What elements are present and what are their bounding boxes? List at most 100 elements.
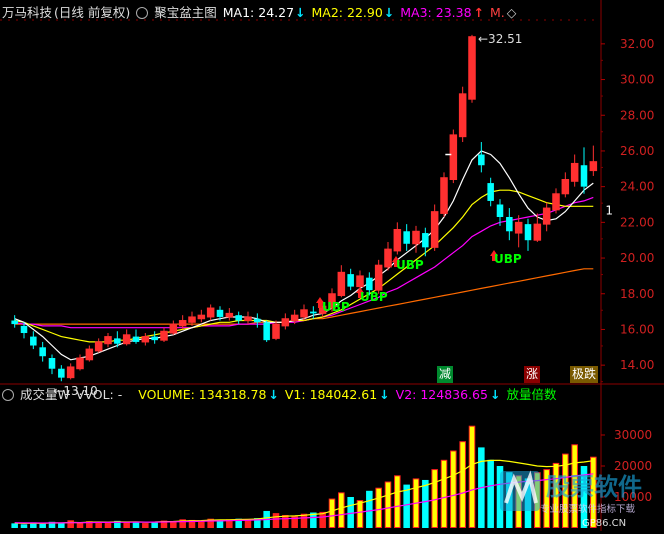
diamond-icon[interactable]: ◇ [507,4,517,22]
chart-canvas[interactable]: 32.00 30.00 28.00 26.00 24.00 22.00 20.00 18.00… [0,0,664,531]
candle-body [552,193,560,211]
volume-bar-highlight [395,476,400,527]
volume-indicator-name[interactable]: 成交量W [20,386,70,404]
indicator-name[interactable]: 聚宝盆主图 [154,4,217,22]
candle-body [384,248,392,268]
price-tick-label: 14.00 [620,358,654,372]
candle [94,338,103,353]
candle [11,315,18,328]
candle [122,329,131,346]
candle-body [533,223,542,241]
candle-body [570,162,579,182]
candle [48,354,56,375]
candle [514,215,523,248]
candle [254,313,261,328]
price-tick-label: 18.00 [620,287,654,301]
volume-bar-highlight [329,499,335,527]
candle-body [48,358,56,369]
volume-bar [272,513,280,528]
settings-circle-icon[interactable] [136,7,149,19]
volume-bar-highlight [469,426,475,527]
candle [66,363,75,380]
signal-ubp-1: UBP [322,300,350,314]
candle [430,204,439,251]
stock-name: 万马科技 [2,5,53,20]
volume-tick-label: 30000 [614,428,652,442]
candle-body [524,224,532,241]
candle-body [403,231,410,244]
candle-body [347,274,354,287]
candle-body [487,183,494,201]
candle-body [11,320,18,325]
candle-body [393,228,402,252]
price-tick-label: 28.00 [620,108,654,122]
ma2-arrow-down-icon: ↓ [383,5,395,20]
price-tick-label: 20.00 [620,251,654,265]
candle [235,311,242,325]
volume-bar [347,497,354,528]
candle-body [132,336,140,342]
watermark-site: GP86.CN [582,518,626,529]
candle [169,320,178,335]
volume-bar-highlight [357,501,363,527]
candle-body [30,336,37,346]
volume-bar-highlight [376,488,381,527]
candle-body [580,165,588,187]
price-tick-label: 16.00 [620,322,654,336]
candle-body [94,341,103,352]
candle [151,331,158,344]
ma3-arrow-up-icon: ↑ [473,5,485,20]
candle-body [281,318,290,327]
candle [403,224,410,251]
volume-bar [104,522,112,528]
volume-bar [366,490,373,528]
candle-body [356,275,364,288]
high-price-label: ←32.51 [478,32,522,46]
vvol-value: VVOL: - [75,387,123,402]
price-tick-label: 32.00 [620,37,654,51]
volume-bar-highlight [460,442,465,527]
candle [440,172,448,217]
candle-body [337,271,346,297]
candle-body [206,307,215,318]
volume-bar [422,479,429,528]
vol-settings-circle-icon[interactable] [2,389,14,401]
stock-chart-window[interactable]: 32.00 30.00 28.00 26.00 24.00 22.00 20.00 18.00… [0,0,664,531]
v1-arrow-down-icon: ↓ [379,387,390,402]
candle [412,225,420,253]
candle [542,202,551,232]
candle-body [58,368,65,378]
candlesticks[interactable] [11,34,598,382]
candle [374,259,383,294]
candle-body [514,221,523,234]
candle [468,34,476,103]
signal-ubp-3: UBP [396,258,424,272]
period-label: (日线 前复权) [54,5,131,20]
candle-body [290,314,299,322]
volume-bar-highlight [432,470,437,527]
volume-bar [151,521,158,528]
volume-bar-highlight [441,460,447,527]
candle [506,208,513,241]
candle [263,320,270,342]
candle-body [197,314,206,320]
candle-body [76,357,84,370]
candle [384,241,392,271]
candle [281,313,290,330]
candle-body [478,154,485,166]
candle-body [263,322,270,341]
candle-body [225,312,234,318]
candle [30,331,37,350]
candle [58,365,65,382]
candle-body [496,204,504,217]
candle-body [468,36,476,100]
candle [458,86,467,143]
v2-value: V2: 124836.65 [395,387,488,402]
candle-body [244,316,252,322]
candle [197,309,206,323]
volume-ratio-label: 放量倍数 [506,387,557,402]
candle-body [589,161,598,172]
v1-value: V1: 184042.61 [284,387,378,402]
candle [570,154,579,187]
candle [310,306,317,319]
